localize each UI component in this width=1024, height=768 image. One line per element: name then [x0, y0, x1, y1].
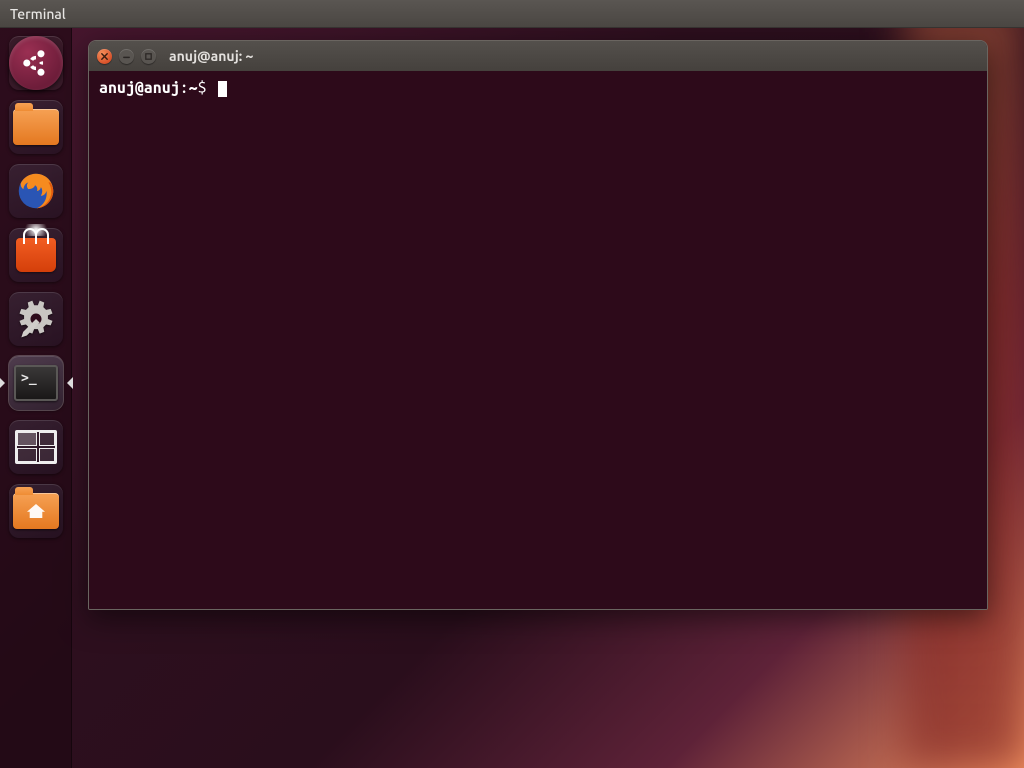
minimize-icon	[122, 52, 131, 61]
maximize-icon	[144, 52, 153, 61]
shopping-bag-icon	[16, 238, 56, 272]
unity-launcher	[0, 28, 72, 768]
terminal-cursor	[218, 81, 227, 97]
window-titlebar[interactable]: anuj@anuj: ~	[89, 41, 987, 71]
terminal-body[interactable]: anuj@anuj:~$	[89, 71, 987, 609]
prompt-path: ~	[189, 79, 198, 97]
launcher-settings[interactable]	[9, 292, 63, 346]
prompt-symbol: $	[198, 79, 207, 97]
launcher-home-folder[interactable]	[9, 484, 63, 538]
window-minimize-button[interactable]	[119, 49, 134, 64]
launcher-dash-home[interactable]	[9, 36, 63, 90]
launcher-terminal[interactable]	[9, 356, 63, 410]
launcher-software-center[interactable]	[9, 228, 63, 282]
ubuntu-logo-icon	[9, 36, 63, 90]
folder-icon	[13, 109, 59, 145]
terminal-window: anuj@anuj: ~ anuj@anuj:~$	[88, 40, 988, 610]
window-close-button[interactable]	[97, 49, 112, 64]
workspace-switcher-icon	[15, 430, 57, 464]
gear-wrench-icon	[14, 297, 58, 341]
prompt-userhost: anuj@anuj	[99, 79, 180, 97]
terminal-icon	[14, 365, 58, 401]
firefox-icon	[13, 168, 59, 214]
menubar-app-name[interactable]: Terminal	[10, 6, 66, 22]
prompt-separator: :	[180, 79, 189, 97]
launcher-workspace-switcher[interactable]	[9, 420, 63, 474]
home-folder-icon	[13, 493, 59, 529]
launcher-files[interactable]	[9, 100, 63, 154]
window-maximize-button[interactable]	[141, 49, 156, 64]
global-menubar: Terminal	[0, 0, 1024, 28]
launcher-firefox[interactable]	[9, 164, 63, 218]
window-title: anuj@anuj: ~	[169, 48, 253, 64]
close-icon	[100, 52, 109, 61]
